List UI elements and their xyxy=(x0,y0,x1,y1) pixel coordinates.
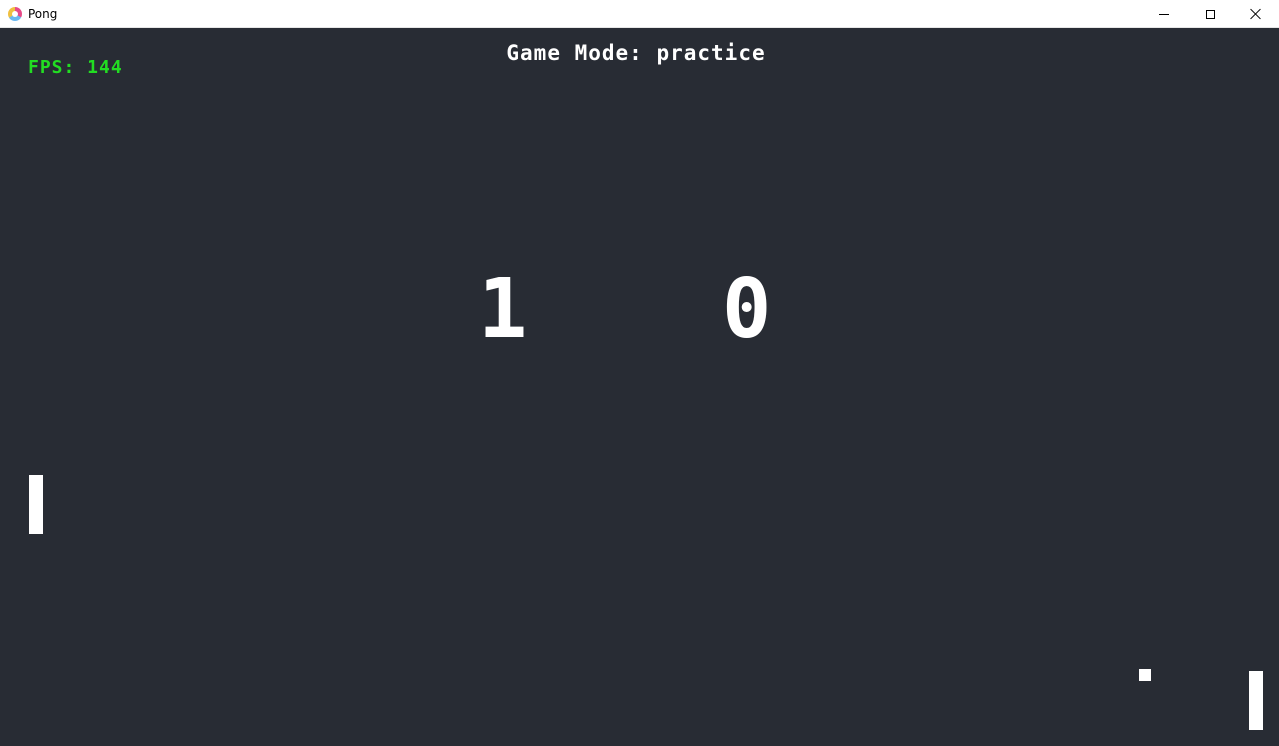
right-paddle xyxy=(1249,671,1263,730)
game-mode-label: Game Mode: practice xyxy=(506,41,766,65)
window-title: Pong xyxy=(28,7,58,21)
maximize-icon xyxy=(1205,9,1215,19)
left-player-score: 1 xyxy=(478,262,528,357)
minimize-icon xyxy=(1159,13,1169,15)
close-icon xyxy=(1250,8,1262,20)
pong-window: Pong FPS: 144 Game Mode: practice 1 0 xyxy=(0,0,1279,746)
left-paddle xyxy=(29,475,43,534)
close-button[interactable] xyxy=(1233,0,1279,28)
ball xyxy=(1139,669,1151,681)
right-player-score: 0 xyxy=(722,262,772,357)
pong-app-icon xyxy=(8,7,22,21)
title-bar[interactable]: Pong xyxy=(0,0,1279,28)
minimize-button[interactable] xyxy=(1141,0,1187,28)
game-canvas[interactable]: FPS: 144 Game Mode: practice 1 0 xyxy=(0,29,1279,746)
maximize-button[interactable] xyxy=(1187,0,1233,28)
